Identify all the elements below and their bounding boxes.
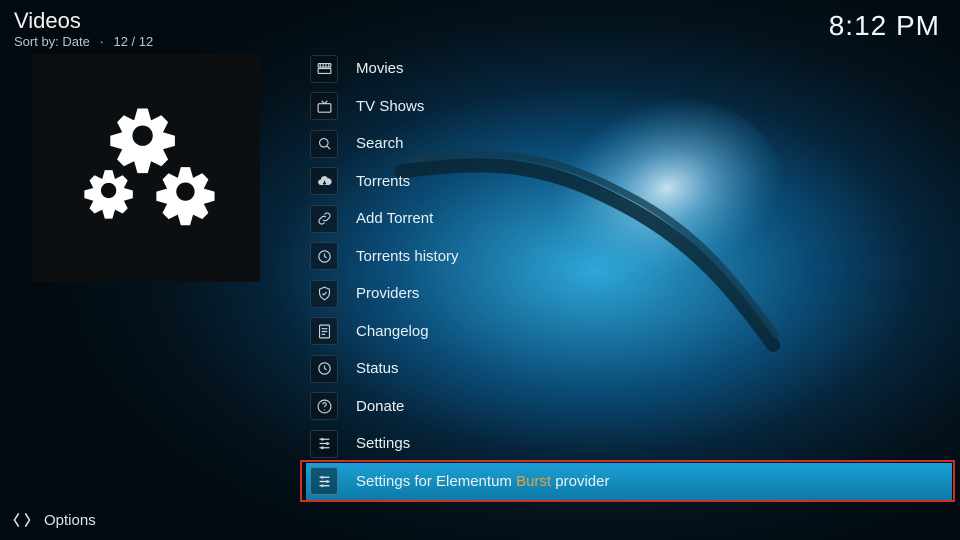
item-count: 12 / 12 bbox=[113, 34, 153, 49]
history-icon bbox=[310, 355, 338, 383]
menu-item-label: Search bbox=[356, 135, 404, 152]
addon-artwork bbox=[32, 54, 260, 282]
sliders-icon bbox=[310, 430, 338, 458]
menu-list: Movies TV Shows Search Torrents Add Torrent T… bbox=[306, 50, 952, 500]
menu-item-label: Donate bbox=[356, 398, 404, 415]
menu-item-label: Changelog bbox=[356, 323, 429, 340]
menu-item[interactable]: Movies bbox=[306, 50, 952, 88]
gears-icon bbox=[61, 83, 231, 253]
header: Videos Sort by: Date · 12 / 12 bbox=[14, 8, 153, 50]
movies-icon bbox=[310, 55, 338, 83]
menu-item-label: Torrents bbox=[356, 173, 410, 190]
menu-item-label: Add Torrent bbox=[356, 210, 433, 227]
tv-icon bbox=[310, 92, 338, 120]
sort-label: Sort by: bbox=[14, 34, 59, 49]
sliders-icon bbox=[310, 467, 338, 495]
menu-item[interactable]: Torrents bbox=[306, 163, 952, 201]
menu-item[interactable]: Status bbox=[306, 350, 952, 388]
menu-item-label: Movies bbox=[356, 60, 404, 77]
menu-item[interactable]: Settings for Elementum Burst provider bbox=[306, 463, 952, 501]
menu-item[interactable]: Torrents history bbox=[306, 238, 952, 276]
menu-item[interactable]: Donate bbox=[306, 388, 952, 426]
doc-icon bbox=[310, 317, 338, 345]
menu-item-label: Status bbox=[356, 360, 399, 377]
menu-item-label: Torrents history bbox=[356, 248, 459, 265]
help-icon bbox=[310, 392, 338, 420]
sort-value: Date bbox=[62, 34, 89, 49]
sort-status: Sort by: Date · 12 / 12 bbox=[14, 35, 153, 50]
menu-item[interactable]: Providers bbox=[306, 275, 952, 313]
separator: · bbox=[100, 34, 104, 49]
menu-item-label: Providers bbox=[356, 285, 419, 302]
options-label: Options bbox=[44, 512, 96, 529]
search-icon bbox=[310, 130, 338, 158]
clock: 8:12 PM bbox=[829, 10, 940, 42]
options-button[interactable]: Options bbox=[12, 510, 96, 530]
link-icon bbox=[310, 205, 338, 233]
page-title: Videos bbox=[14, 8, 153, 33]
menu-item-label: Settings for Elementum Burst provider bbox=[356, 473, 609, 490]
menu-item[interactable]: Settings bbox=[306, 425, 952, 463]
menu-item[interactable]: Changelog bbox=[306, 313, 952, 351]
menu-item[interactable]: Search bbox=[306, 125, 952, 163]
menu-item-label: TV Shows bbox=[356, 98, 424, 115]
shield-icon bbox=[310, 280, 338, 308]
cloud-down-icon bbox=[310, 167, 338, 195]
options-icon bbox=[12, 510, 32, 530]
menu-item[interactable]: Add Torrent bbox=[306, 200, 952, 238]
menu-item-label: Settings bbox=[356, 435, 410, 452]
history-icon bbox=[310, 242, 338, 270]
menu-item[interactable]: TV Shows bbox=[306, 88, 952, 126]
